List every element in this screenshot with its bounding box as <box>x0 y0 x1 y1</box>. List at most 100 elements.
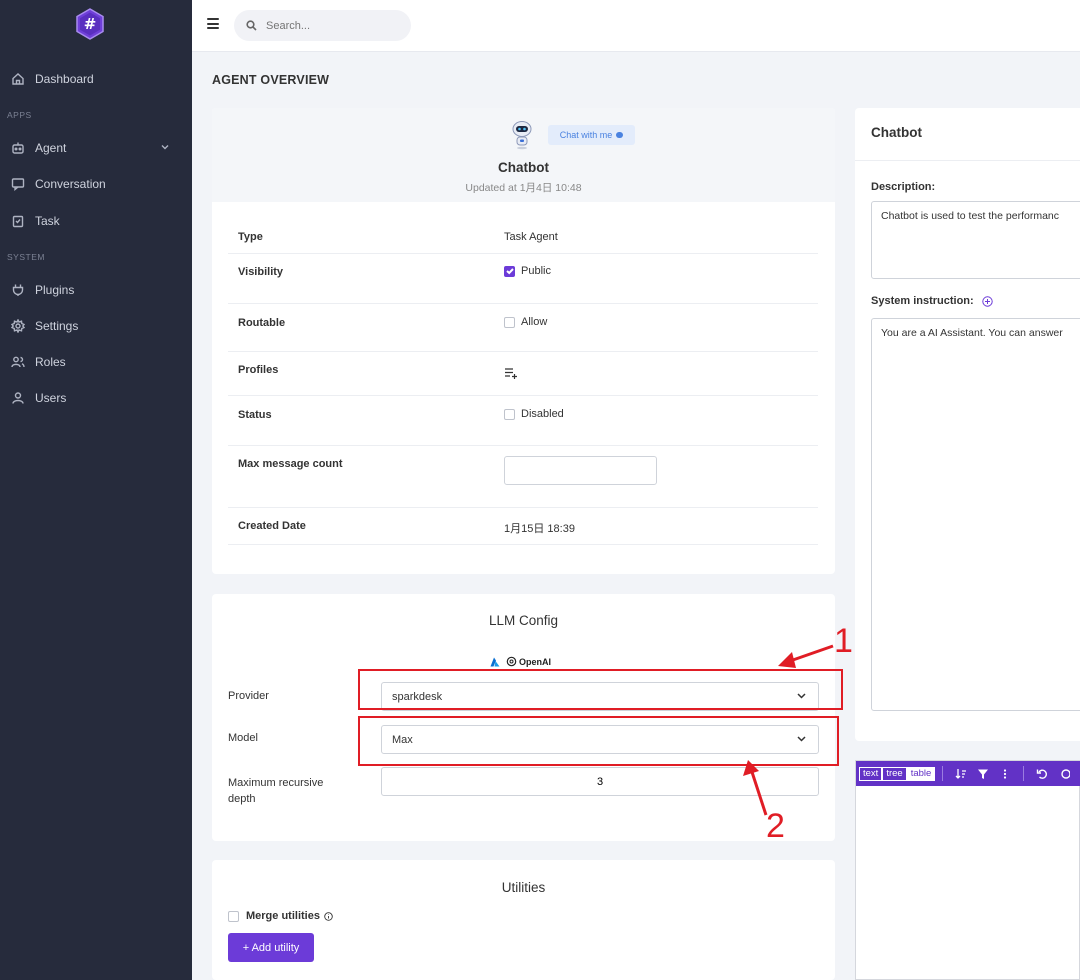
sidebar-item-conversation[interactable]: Conversation <box>0 169 192 199</box>
model-select[interactable]: Max <box>381 725 819 754</box>
section-system: SYSTEM <box>7 252 45 262</box>
sidebar-item-label: Settings <box>35 319 79 333</box>
profiles-label: Profiles <box>238 364 279 376</box>
routable-checkbox[interactable] <box>504 316 515 328</box>
sidebar-item-label: Users <box>35 391 67 405</box>
description-textarea[interactable]: Chatbot is used to test the performanc <box>871 201 1080 279</box>
app-logo[interactable]: # <box>75 8 105 40</box>
detail-row-status: Status Disabled <box>228 396 818 446</box>
sort-icon[interactable] <box>955 768 967 780</box>
openai-logo-icon <box>506 656 517 667</box>
section-apps: APPS <box>7 110 32 120</box>
status-value: Disabled <box>521 408 564 420</box>
add-utility-button[interactable]: + Add utility <box>228 933 314 962</box>
visibility-value: Public <box>521 265 551 277</box>
type-label: Type <box>238 231 263 243</box>
undo-icon[interactable] <box>1036 768 1048 780</box>
add-instruction-icon[interactable] <box>981 295 993 307</box>
panel-title: Chatbot <box>871 125 922 140</box>
add-profile-icon[interactable] <box>504 367 518 379</box>
llm-config-card: LLM Config OpenAI Provider sparkdesk Mod… <box>212 594 835 841</box>
visibility-label: Visibility <box>238 266 284 278</box>
page-title: AGENT OVERVIEW <box>212 73 330 87</box>
agent-updated-time: Updated at 1月4日 10:48 <box>465 182 582 194</box>
sidebar-item-label: Roles <box>35 355 66 369</box>
visibility-checkbox[interactable] <box>504 265 515 277</box>
more-options-icon[interactable] <box>999 768 1011 780</box>
merge-utilities-checkbox[interactable] <box>228 910 239 922</box>
robot-avatar-icon <box>512 121 532 150</box>
sidebar-item-users[interactable]: Users <box>0 383 192 413</box>
merge-utilities-label: Merge utilities <box>246 910 320 922</box>
created-date-value: 1月15日 18:39 <box>504 523 575 535</box>
sidebar-item-label: Plugins <box>35 283 75 297</box>
type-value: Task Agent <box>504 231 558 243</box>
status-checkbox[interactable] <box>504 408 515 420</box>
max-depth-label-line1: Maximum recursive <box>228 777 324 789</box>
max-message-field <box>504 456 657 485</box>
merge-utilities: Merge utilities <box>228 910 333 922</box>
annotation-label-1: 1 <box>834 622 853 660</box>
chat-with-me-button[interactable]: Chat with me <box>548 125 635 145</box>
clipboard-icon <box>11 214 25 228</box>
sidebar-item-label: Dashboard <box>35 72 94 86</box>
sidebar-item-dashboard[interactable]: Dashboard <box>0 64 192 94</box>
visibility-field: Public <box>504 265 551 277</box>
json-editor: text tree table <box>855 760 1080 980</box>
agent-header: Chat with me Chatbot Updated at 1月4日 10:… <box>212 108 835 202</box>
home-icon <box>11 72 25 86</box>
sidebar-item-agent[interactable]: Agent <box>0 133 192 163</box>
openai-label: OpenAI <box>519 656 552 667</box>
model-label: Model <box>228 732 258 744</box>
filter-icon[interactable] <box>977 768 989 780</box>
sidebar-item-settings[interactable]: Settings <box>0 311 192 341</box>
json-editor-toolbar: text tree table <box>856 761 1080 786</box>
provider-select[interactable]: sparkdesk <box>381 682 819 711</box>
user-icon <box>11 391 25 405</box>
chevron-down-icon <box>797 693 806 699</box>
system-instruction-textarea[interactable]: You are a AI Assistant. You can answer <box>871 318 1080 711</box>
sidebar-item-roles[interactable]: Roles <box>0 347 192 377</box>
created-date-label: Created Date <box>238 520 306 532</box>
chat-bubble-icon <box>616 132 624 138</box>
chat-button-label: Chat with me <box>559 130 613 140</box>
sidebar-item-plugins[interactable]: Plugins <box>0 275 192 305</box>
routable-label: Routable <box>238 317 286 329</box>
toolbar-divider <box>942 766 944 781</box>
description-label: Description: <box>871 181 936 193</box>
roles-icon <box>11 355 25 369</box>
menu-icon[interactable] <box>207 18 219 29</box>
mode-table-button[interactable]: table <box>906 766 936 781</box>
redo-icon[interactable] <box>1058 768 1071 780</box>
svg-text:#: # <box>84 15 97 33</box>
info-icon[interactable] <box>324 911 333 921</box>
plug-icon <box>11 283 25 297</box>
sidebar-item-label: Task <box>35 214 60 228</box>
max-depth-label: Maximum recursive depth <box>228 775 323 807</box>
gear-icon <box>11 319 25 333</box>
search-box[interactable] <box>234 10 411 41</box>
max-message-input[interactable] <box>504 456 657 485</box>
provider-value: sparkdesk <box>392 690 443 703</box>
detail-row-routable: Routable Allow <box>228 304 818 352</box>
detail-row-max-message: Max message count <box>228 446 818 508</box>
search-icon <box>246 20 257 31</box>
max-depth-input[interactable] <box>381 767 819 796</box>
status-field: Disabled <box>504 408 564 420</box>
chevron-down-icon[interactable] <box>160 142 170 152</box>
toolbar-divider <box>1023 766 1025 781</box>
annotation-label-2: 2 <box>766 807 785 845</box>
agent-edit-panel: Chatbot Description: Chatbot is used to … <box>855 108 1080 741</box>
utilities-title: Utilities <box>501 880 546 895</box>
utilities-card: Utilities Merge utilities + Add utility <box>212 860 835 980</box>
top-bar <box>192 0 1080 52</box>
detail-row-visibility: Visibility Public <box>228 254 818 304</box>
mode-tree-button[interactable]: tree <box>882 766 907 781</box>
mode-text-button[interactable]: text <box>859 766 883 781</box>
provider-logos: OpenAI <box>490 656 551 667</box>
sidebar-item-task[interactable]: Task <box>0 206 192 236</box>
chevron-down-icon <box>797 736 806 742</box>
divider <box>855 160 1080 161</box>
search-input[interactable] <box>266 19 396 32</box>
detail-row-profiles: Profiles <box>228 352 818 396</box>
